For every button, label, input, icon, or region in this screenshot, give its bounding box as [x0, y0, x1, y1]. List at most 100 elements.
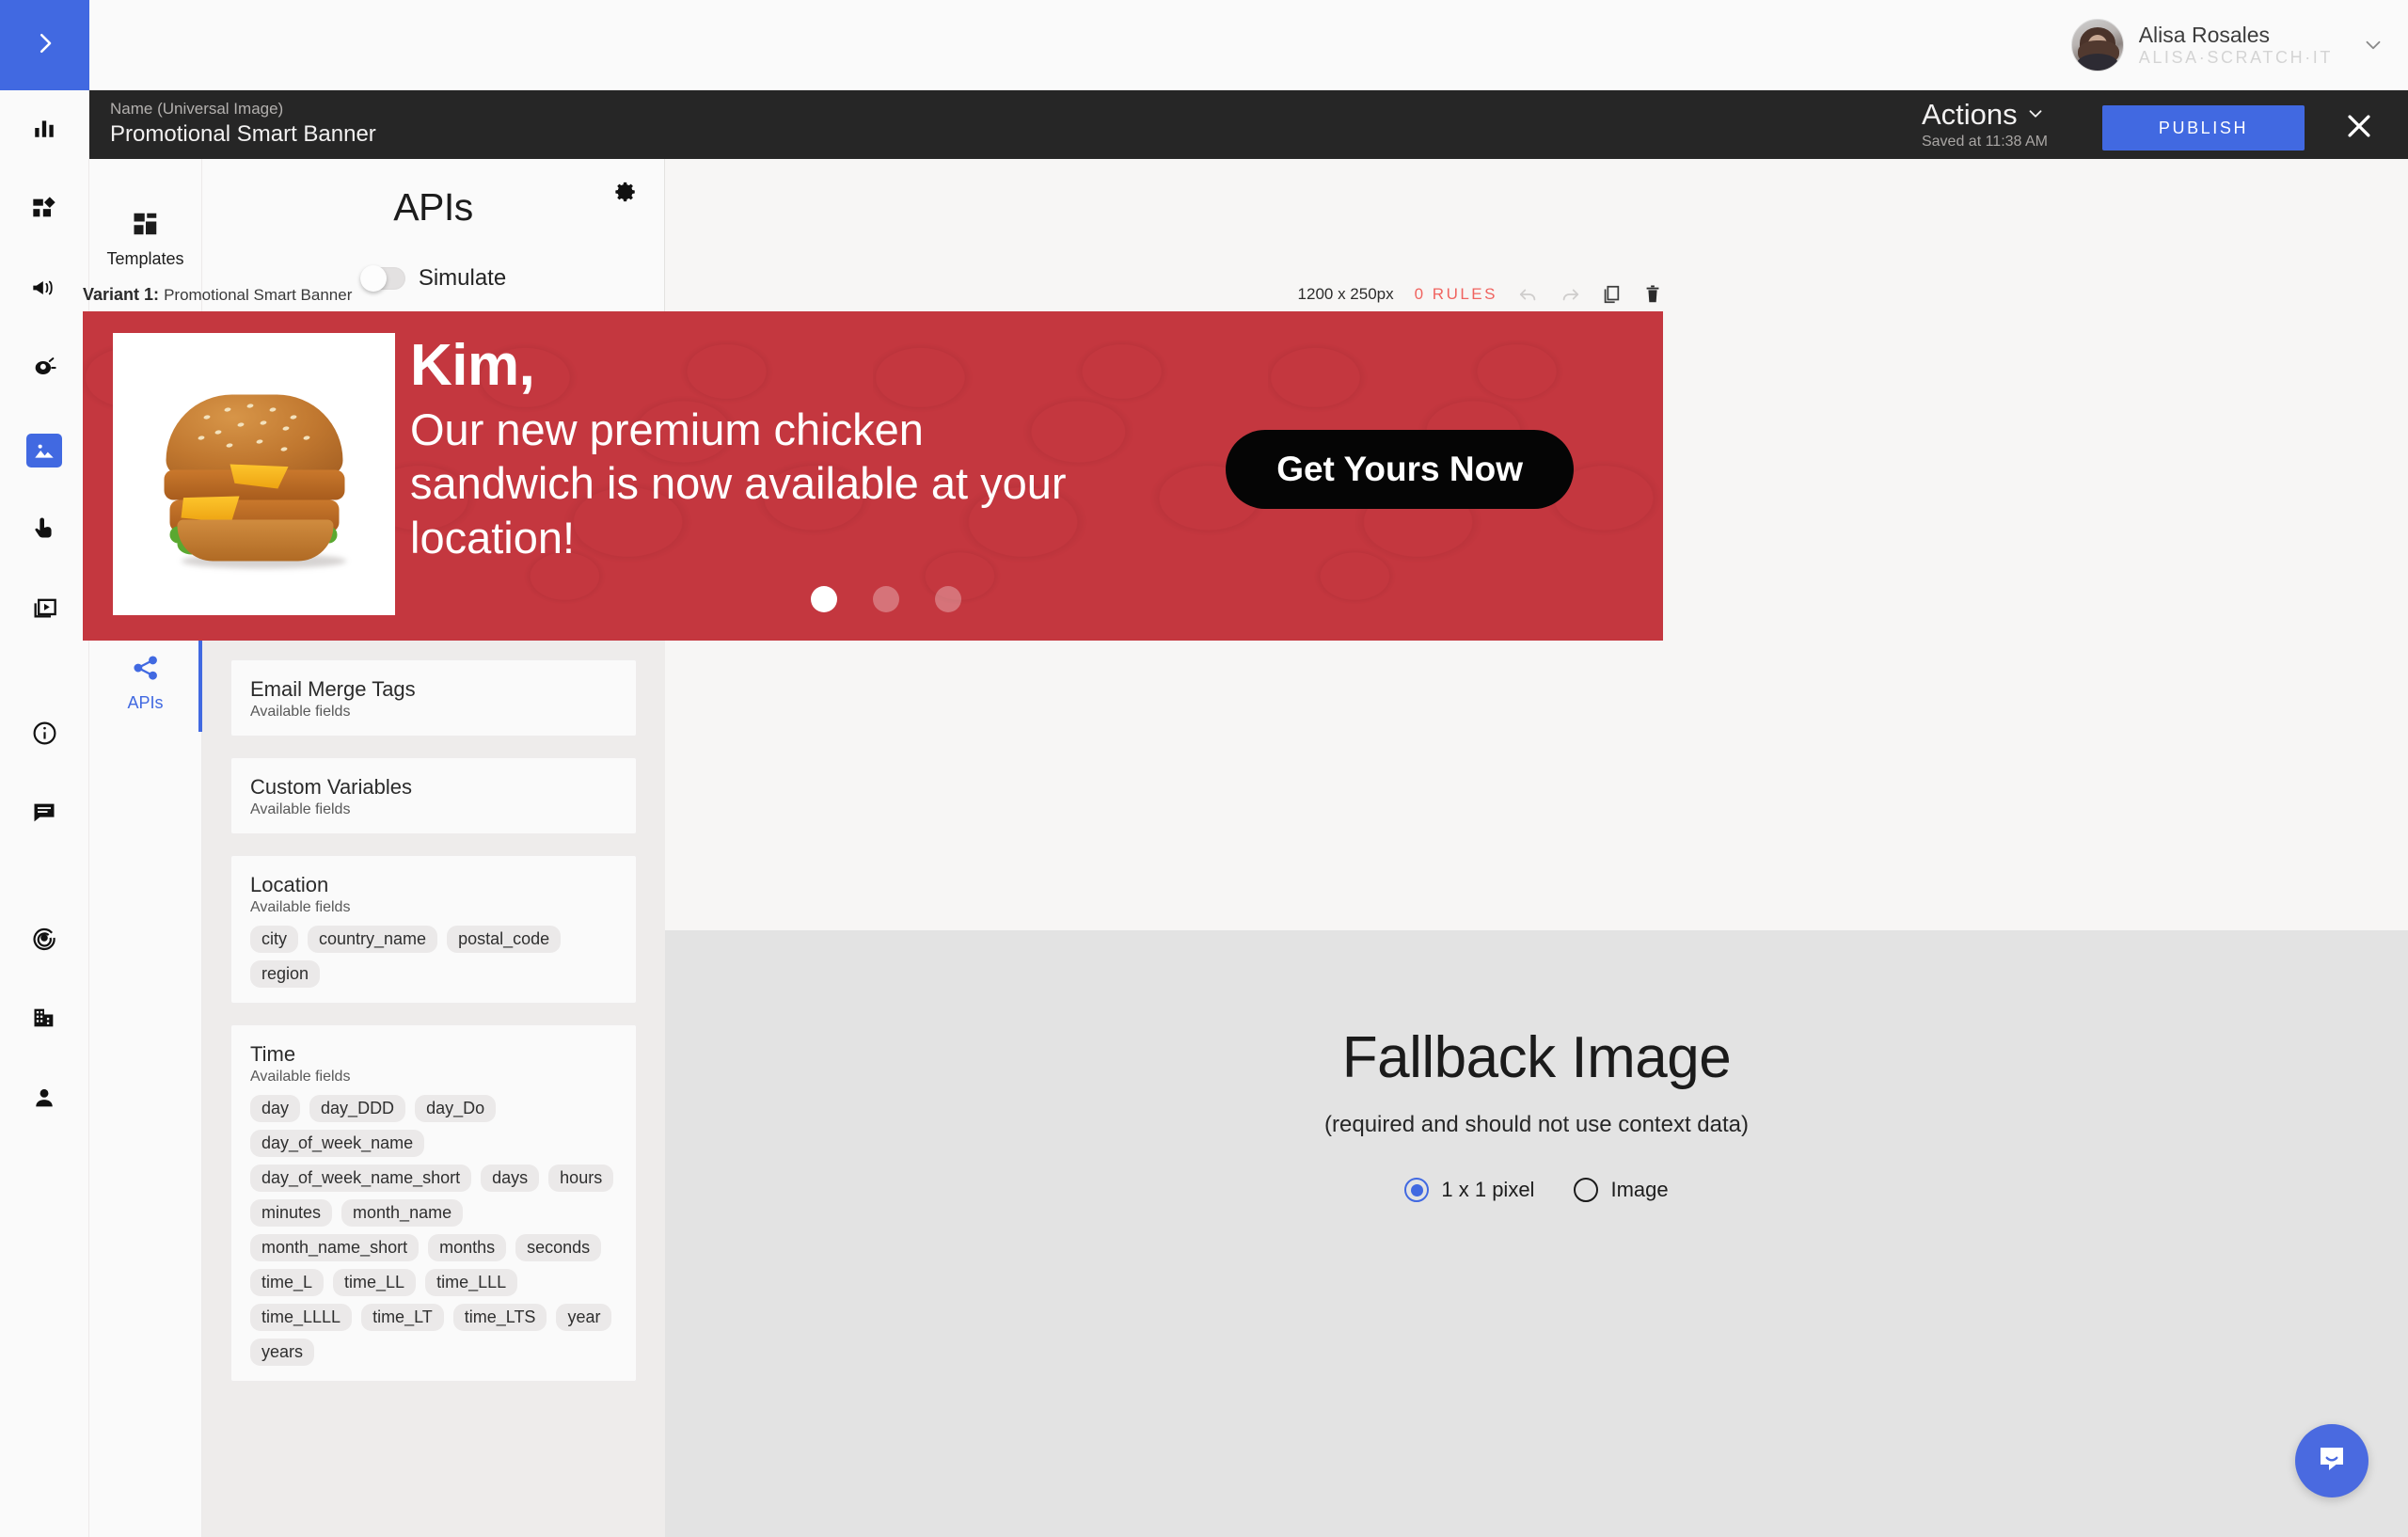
radio-selected-icon[interactable] — [1404, 1178, 1430, 1202]
chicken-sandwich-photo — [153, 384, 356, 577]
sidebar-item-video[interactable] — [0, 570, 89, 650]
sidebar-item-messages[interactable] — [0, 775, 89, 855]
variant-title: Variant 1: Promotional Smart Banner — [83, 285, 352, 305]
field-chip[interactable]: month_name_short — [250, 1234, 420, 1261]
field-chip[interactable]: time_LL — [333, 1269, 417, 1296]
sidebar-expand-button[interactable] — [0, 0, 89, 90]
field-chip[interactable]: minutes — [250, 1199, 333, 1227]
field-chip[interactable]: time_L — [250, 1269, 325, 1296]
megaphone-icon — [31, 275, 57, 306]
trash-icon[interactable] — [1642, 284, 1663, 305]
field-chip[interactable]: month_name — [341, 1199, 464, 1227]
person-icon — [31, 1085, 57, 1116]
sidebar-item-images[interactable] — [0, 410, 90, 490]
card-title: Custom Variables — [250, 775, 412, 799]
actions-label: Actions — [1921, 98, 2018, 131]
field-chip[interactable]: days — [481, 1165, 540, 1192]
api-card-custom-variables[interactable]: Custom Variables Available fields — [230, 757, 637, 834]
field-chip[interactable]: months — [428, 1234, 507, 1261]
banner-image[interactable] — [113, 333, 395, 615]
chat-message-icon — [31, 800, 57, 831]
banner-dot[interactable] — [811, 586, 837, 612]
saved-status: Saved at 11:38 AM — [1921, 134, 2048, 150]
info-circle-icon — [31, 720, 58, 752]
chevron-right-icon — [31, 29, 59, 62]
field-chip[interactable]: time_LTS — [452, 1304, 547, 1331]
chat-bubble-icon — [2315, 1442, 2349, 1481]
sidebar-item-targeting[interactable] — [0, 900, 89, 980]
variant-rules-badge[interactable]: 0 RULES — [1415, 285, 1497, 304]
tool-apis[interactable]: APIs — [89, 627, 203, 738]
field-chip[interactable]: country_name — [308, 926, 438, 953]
sidebar-item-insights[interactable] — [0, 330, 89, 410]
grid-blocks-icon — [132, 210, 160, 243]
close-editor-button[interactable] — [2337, 105, 2382, 151]
field-chip[interactable]: day_of_week_name_short — [250, 1165, 472, 1192]
banner-cta-button[interactable]: Get Yours Now — [1226, 430, 1574, 509]
field-chip[interactable]: time_LT — [361, 1304, 444, 1331]
field-chip[interactable]: day_of_week_name — [250, 1130, 425, 1157]
field-chip[interactable]: day — [250, 1095, 301, 1122]
field-chip[interactable]: postal_code — [447, 926, 562, 953]
api-card-time[interactable]: Time Available fields day day_DDD day_Do da… — [230, 1024, 637, 1382]
card-title: Email Merge Tags — [250, 677, 416, 701]
chat-launcher-button[interactable] — [2295, 1424, 2368, 1497]
sidebar-item-campaigns[interactable] — [0, 250, 89, 330]
field-chip[interactable]: region — [250, 960, 321, 988]
sidebar-item-analytics[interactable] — [0, 90, 89, 170]
fallback-option-image[interactable]: Image — [1574, 1178, 1669, 1202]
field-chip-list: city country_name postal_coderegion — [250, 926, 617, 988]
banner-dot[interactable] — [873, 586, 899, 612]
field-chip[interactable]: time_LLL — [425, 1269, 518, 1296]
top-bar: Alisa Rosales ALISA·SCRATCH·IT — [0, 0, 2408, 90]
fallback-subtitle: (required and should not use context dat… — [1324, 1112, 1749, 1137]
tap-touch-icon — [31, 515, 57, 546]
field-chip[interactable]: time_LLLL — [250, 1304, 353, 1331]
actions-menu[interactable]: Actions Saved at 11:38 AM — [1922, 98, 2048, 151]
banner-dot[interactable] — [935, 586, 961, 612]
banner-body-text[interactable]: Our new premium chicken sandwich is now … — [410, 403, 1069, 564]
chevron-down-icon[interactable] — [2361, 33, 2385, 57]
field-chip[interactable]: seconds — [515, 1234, 602, 1261]
panel-title: APIs — [393, 185, 473, 229]
user-name: Alisa Rosales — [2138, 22, 2271, 47]
api-card-email-merge-tags[interactable]: Email Merge Tags Available fields — [230, 659, 637, 737]
field-chip[interactable]: year — [556, 1304, 612, 1331]
sidebar-item-account[interactable] — [0, 1060, 89, 1140]
avatar — [2070, 19, 2124, 71]
duplicate-icon[interactable] — [1601, 284, 1622, 305]
image-name-value[interactable]: Promotional Smart Banner — [110, 121, 376, 148]
sidebar-item-company[interactable] — [0, 980, 89, 1060]
publish-button[interactable]: PUBLISH — [2102, 105, 2305, 151]
variant-toolbar-actions: 1200 x 250px 0 RULES — [1298, 284, 1663, 305]
field-chip[interactable]: day_Do — [415, 1095, 497, 1122]
redo-icon[interactable] — [1560, 284, 1580, 305]
user-org: ALISA·SCRATCH·IT — [2138, 47, 2333, 67]
sidebar-item-info[interactable] — [0, 695, 89, 775]
variant-name: Promotional Smart Banner — [164, 285, 353, 304]
chevron-down-icon — [2025, 98, 2046, 132]
variant-label: Variant 1: — [83, 284, 160, 304]
card-subtitle: Available fields — [250, 704, 351, 720]
api-card-location[interactable]: Location Available fields city country_na… — [230, 855, 637, 1004]
field-chip[interactable]: years — [250, 1339, 315, 1366]
sidebar-item-interactions[interactable] — [0, 490, 89, 570]
field-chip[interactable]: hours — [548, 1165, 614, 1192]
apis-settings-button[interactable] — [613, 180, 638, 209]
banner-greeting[interactable]: Kim, — [410, 332, 535, 399]
user-menu[interactable]: Alisa Rosales ALISA·SCRATCH·IT — [2070, 9, 2385, 81]
radio-label: 1 x 1 pixel — [1441, 1178, 1535, 1201]
field-chip[interactable]: day_DDD — [309, 1095, 406, 1122]
share-nodes-icon — [132, 654, 160, 687]
field-chip[interactable]: city — [250, 926, 298, 953]
variant-dimensions: 1200 x 250px — [1297, 285, 1394, 303]
bar-chart-icon — [32, 116, 56, 145]
dashboard-blocks-icon — [31, 195, 57, 226]
radio-unselected-icon[interactable] — [1574, 1178, 1599, 1202]
banner-preview[interactable]: Kim, Our new premium chicken sandwich is… — [83, 311, 1663, 641]
fallback-option-pixel[interactable]: 1 x 1 pixel — [1404, 1178, 1534, 1202]
undo-icon[interactable] — [1518, 284, 1539, 305]
sidebar-item-templates[interactable] — [0, 170, 89, 250]
video-library-icon — [31, 594, 57, 626]
card-title: Location — [250, 873, 329, 896]
